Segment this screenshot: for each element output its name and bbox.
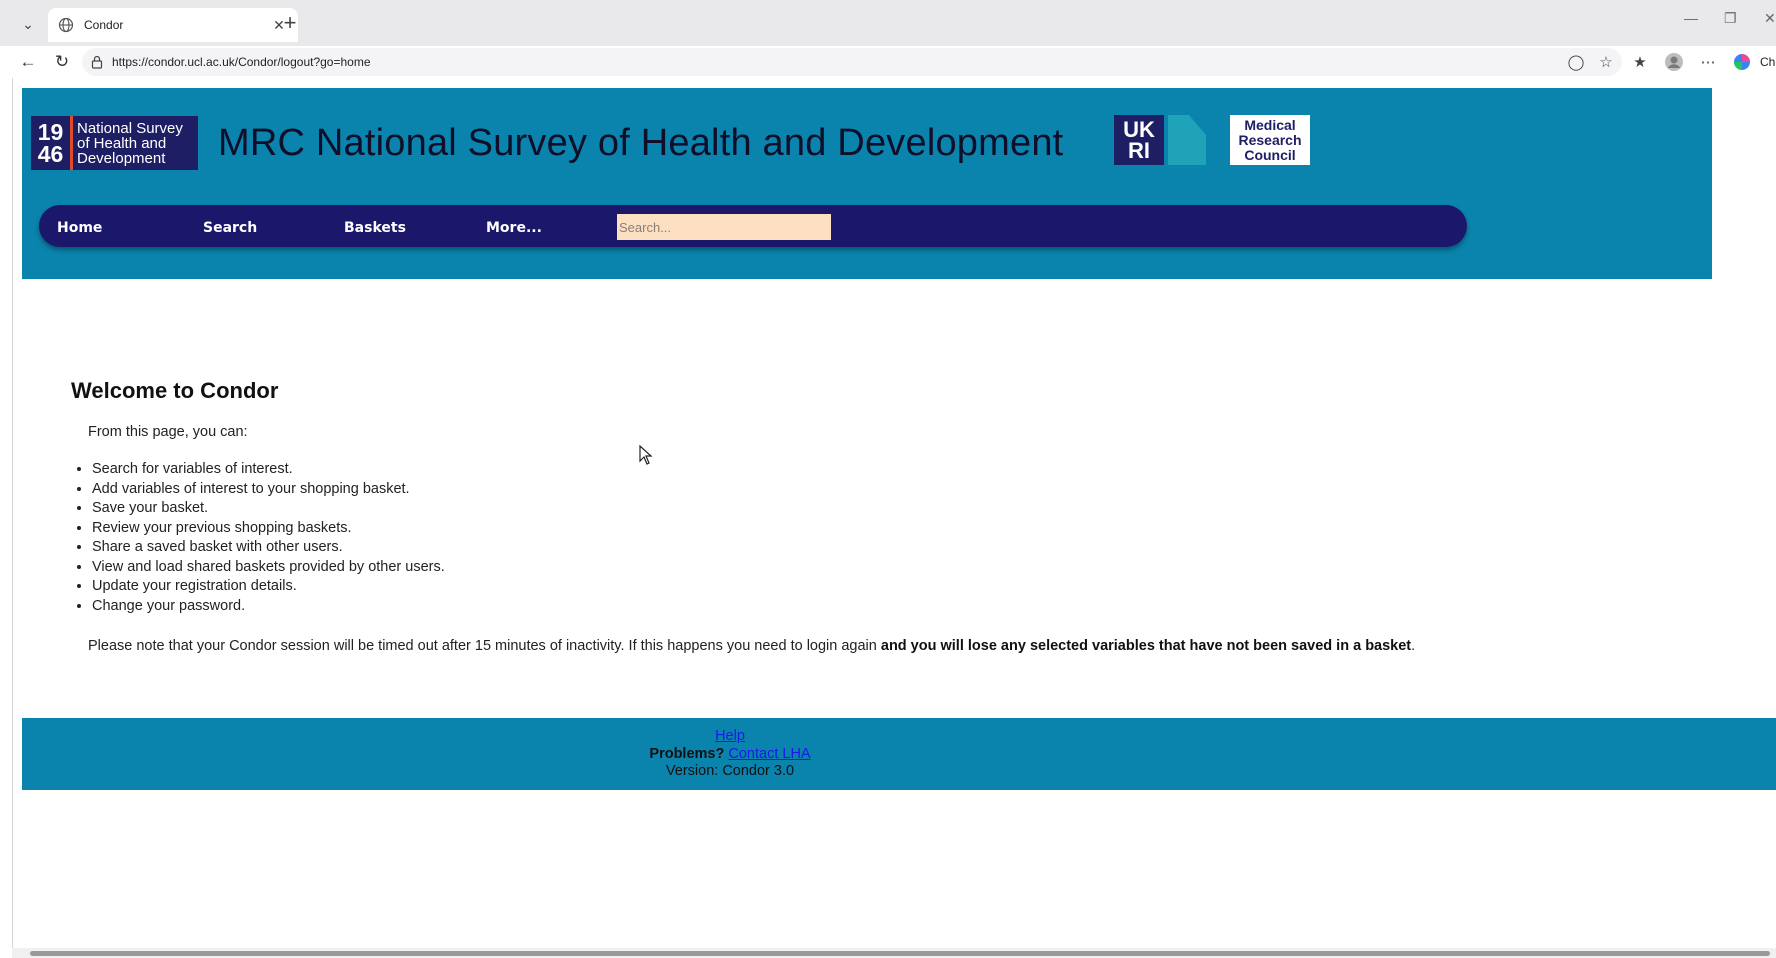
more-options-icon[interactable]: ⋯ — [1696, 50, 1720, 74]
logo-year: 19 46 — [31, 116, 73, 170]
ukri-logo-line: UK — [1123, 117, 1155, 142]
list-item: Share a saved basket with other users. — [92, 538, 445, 558]
browser-tabstrip: ⌄ Condor ✕ + — ❐ ✕ — [0, 0, 1776, 46]
note-end: . — [1411, 638, 1416, 654]
search-input[interactable] — [617, 214, 831, 240]
tab-title: Condor — [84, 18, 124, 32]
note-text: Please note that your Condor session wil… — [88, 638, 881, 654]
list-item: Review your previous shopping baskets. — [92, 519, 445, 539]
mrc-logo: Medical Research Council — [1230, 115, 1310, 165]
favorites-list-icon[interactable]: ★ — [1628, 50, 1652, 74]
site-title: MRC National Survey of Health and Develo… — [218, 122, 1064, 164]
new-tab-plus-icon[interactable]: + — [278, 12, 302, 36]
list-item: Update your registration details. — [92, 577, 445, 597]
favorite-star-icon[interactable]: ☆ — [1596, 52, 1616, 72]
back-arrow-icon[interactable]: ← — [16, 50, 40, 74]
ukri-logo: UK RI — [1114, 115, 1164, 165]
session-timeout-note: Please note that your Condor session wil… — [88, 638, 1415, 654]
minimize-icon[interactable]: — — [1684, 10, 1698, 26]
address-bar[interactable]: https://condor.ucl.ac.uk/Condor/logout?g… — [82, 48, 1622, 76]
mrc-logo-line: Council — [1244, 147, 1296, 163]
ukri-logo-line: RI — [1128, 138, 1150, 163]
list-item: Change your password. — [92, 597, 445, 617]
logo-line: National Survey — [77, 119, 183, 137]
list-item: Search for variables of interest. — [92, 460, 445, 480]
note-bold-text: and you will lose any selected variables… — [880, 638, 1412, 654]
logo-text: National Survey of Health and Developmen… — [73, 121, 183, 166]
feature-list: Search for variables of interest. Add va… — [92, 460, 445, 616]
logo-line: Development — [77, 149, 166, 167]
page-heading: Welcome to Condor — [71, 378, 279, 403]
logo-line: of Health and — [77, 134, 167, 152]
globe-icon — [58, 17, 74, 33]
list-item: View and load shared baskets provided by… — [92, 558, 445, 578]
ukri-logo-shape — [1168, 115, 1206, 165]
reload-icon[interactable]: ↻ — [50, 50, 74, 74]
restore-icon[interactable]: ❐ — [1724, 10, 1737, 27]
nav-search[interactable]: Search — [203, 220, 257, 236]
list-item: Save your basket. — [92, 499, 445, 519]
copilot-icon[interactable] — [1730, 50, 1754, 74]
tab-list-chevron-icon[interactable]: ⌄ — [16, 12, 40, 36]
mouse-cursor-icon — [639, 445, 653, 465]
copilot-label: Cha — [1760, 55, 1776, 69]
page-viewport: 19 46 National Survey of Health and Deve… — [12, 78, 1776, 948]
nav-baskets[interactable]: Baskets — [344, 220, 406, 236]
mrc-logo-line: Research — [1238, 132, 1302, 148]
logo-year-top: 19 — [37, 119, 64, 145]
lock-icon — [91, 55, 103, 69]
list-item: Add variables of interest to your shoppi… — [92, 480, 445, 500]
nshd-logo[interactable]: 19 46 National Survey of Health and Deve… — [31, 116, 198, 170]
browser-toolbar: ← ↻ https://condor.ucl.ac.uk/Condor/logo… — [0, 46, 1776, 78]
browser-tab[interactable]: Condor ✕ — [48, 8, 298, 42]
version-text: Version: Condor 3.0 — [665, 763, 795, 779]
profile-avatar-icon[interactable] — [1662, 50, 1686, 74]
logo-year-bottom: 46 — [37, 141, 64, 167]
intro-text: From this page, you can: — [88, 424, 248, 440]
site-header: 19 46 National Survey of Health and Deve… — [22, 88, 1712, 279]
scrollbar-thumb[interactable] — [30, 951, 1770, 956]
read-aloud-icon[interactable]: ◯ — [1566, 52, 1586, 72]
nav-more[interactable]: More... — [486, 220, 542, 236]
site-footer: Help Problems? Contact LHA Version: Cond… — [22, 718, 1776, 790]
problems-label: Problems? — [649, 745, 725, 762]
main-navbar: Home Search Baskets More... — [39, 205, 1467, 247]
horizontal-scrollbar[interactable] — [12, 948, 1776, 958]
contact-lha-link[interactable]: Contact LHA — [728, 746, 810, 762]
help-link[interactable]: Help — [715, 728, 745, 744]
nav-home[interactable]: Home — [57, 220, 102, 236]
close-window-icon[interactable]: ✕ — [1764, 10, 1776, 27]
mrc-logo-line: Medical — [1244, 117, 1296, 133]
url-text[interactable]: https://condor.ucl.ac.uk/Condor/logout?g… — [112, 55, 1622, 69]
